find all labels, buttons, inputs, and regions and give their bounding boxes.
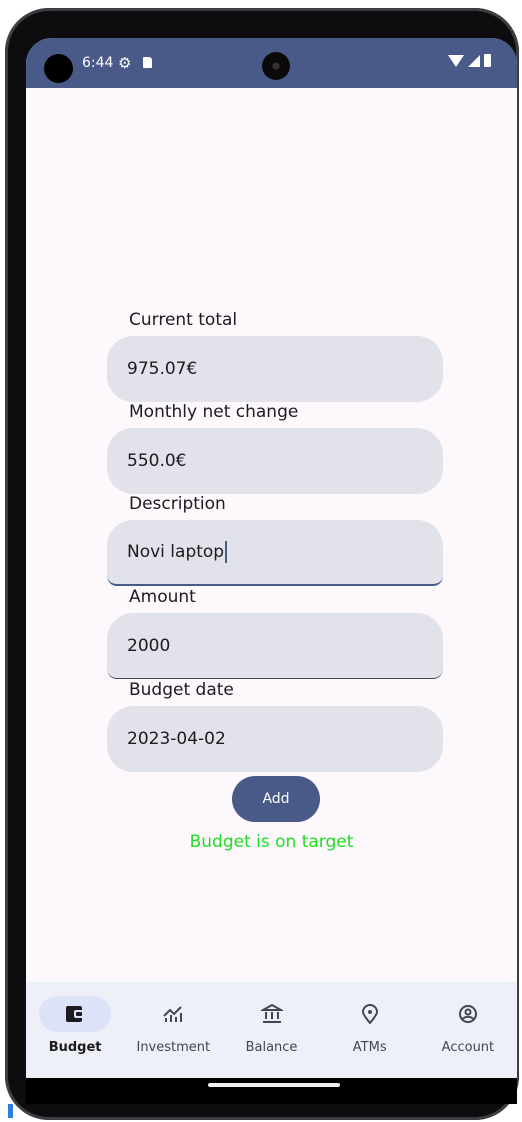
budget-date-value: 2023-04-02 <box>127 729 226 749</box>
text-caret <box>225 541 228 563</box>
chart-icon <box>163 1006 183 1022</box>
current-total-field[interactable]: 975.07€ <box>107 336 443 402</box>
status-icons <box>448 54 491 67</box>
nav-pill-atms <box>334 996 406 1032</box>
settings-gear-icon: ⚙ <box>118 54 132 72</box>
budget-status-message: Budget is on target <box>189 832 354 852</box>
wifi-icon <box>448 54 464 67</box>
monthly-net-change-label: Monthly net change <box>129 402 299 422</box>
nav-label-investment: Investment <box>136 1040 211 1055</box>
amount-value: 2000 <box>127 635 171 656</box>
nav-label-balance: Balance <box>245 1040 298 1055</box>
status-time: 6:44 <box>82 55 114 71</box>
add-button[interactable]: Add <box>232 776 320 822</box>
wallet-icon <box>66 1006 85 1022</box>
nav-item-budget[interactable]: Budget <box>26 982 124 1078</box>
nav-item-atms[interactable]: ATMs <box>321 982 419 1078</box>
side-marker <box>8 1104 13 1118</box>
phone-frame: 6:44 ⚙ Current total 975.07€ Monthly net… <box>5 8 519 1120</box>
battery-icon <box>484 54 491 67</box>
cell-signal-icon <box>468 54 480 67</box>
nav-label-atms: ATMs <box>352 1040 387 1055</box>
amount-label: Amount <box>129 587 196 607</box>
budget-date-label: Budget date <box>129 680 234 700</box>
nav-pill-balance <box>236 996 308 1032</box>
description-label: Description <box>129 494 226 514</box>
bank-icon <box>260 1004 283 1023</box>
bottom-navigation: Budget Investment Balance ATMs Account <box>26 982 517 1078</box>
nav-pill-investment <box>137 996 209 1032</box>
sd-card-icon <box>143 57 152 68</box>
screen: 6:44 ⚙ Current total 975.07€ Monthly net… <box>26 38 517 1104</box>
nav-item-investment[interactable]: Investment <box>124 982 222 1078</box>
current-total-value: 975.07€ <box>127 359 198 379</box>
nav-pill-account <box>432 996 504 1032</box>
status-bar: 6:44 ⚙ <box>26 38 517 88</box>
description-input[interactable]: Novi laptop <box>107 520 443 586</box>
description-value: Novi laptop <box>127 542 225 562</box>
current-total-label: Current total <box>129 310 238 330</box>
home-gesture-bar[interactable] <box>208 1083 340 1087</box>
nav-pill-budget <box>39 996 112 1032</box>
budget-date-field[interactable]: 2023-04-02 <box>107 706 443 772</box>
monthly-net-change-field[interactable]: 550.0€ <box>107 428 443 494</box>
nav-item-account[interactable]: Account <box>419 982 517 1078</box>
monthly-net-change-value: 550.0€ <box>127 451 187 471</box>
front-camera-icon <box>262 52 290 80</box>
amount-input[interactable]: 2000 <box>107 613 443 679</box>
account-circle-icon <box>458 1005 477 1023</box>
nav-label-account: Account <box>441 1040 495 1055</box>
nav-item-balance[interactable]: Balance <box>222 982 320 1078</box>
camera-dot-icon <box>44 54 73 83</box>
nav-label-budget: Budget <box>48 1040 102 1055</box>
gesture-area <box>26 1078 517 1104</box>
location-pin-icon <box>361 1004 378 1024</box>
